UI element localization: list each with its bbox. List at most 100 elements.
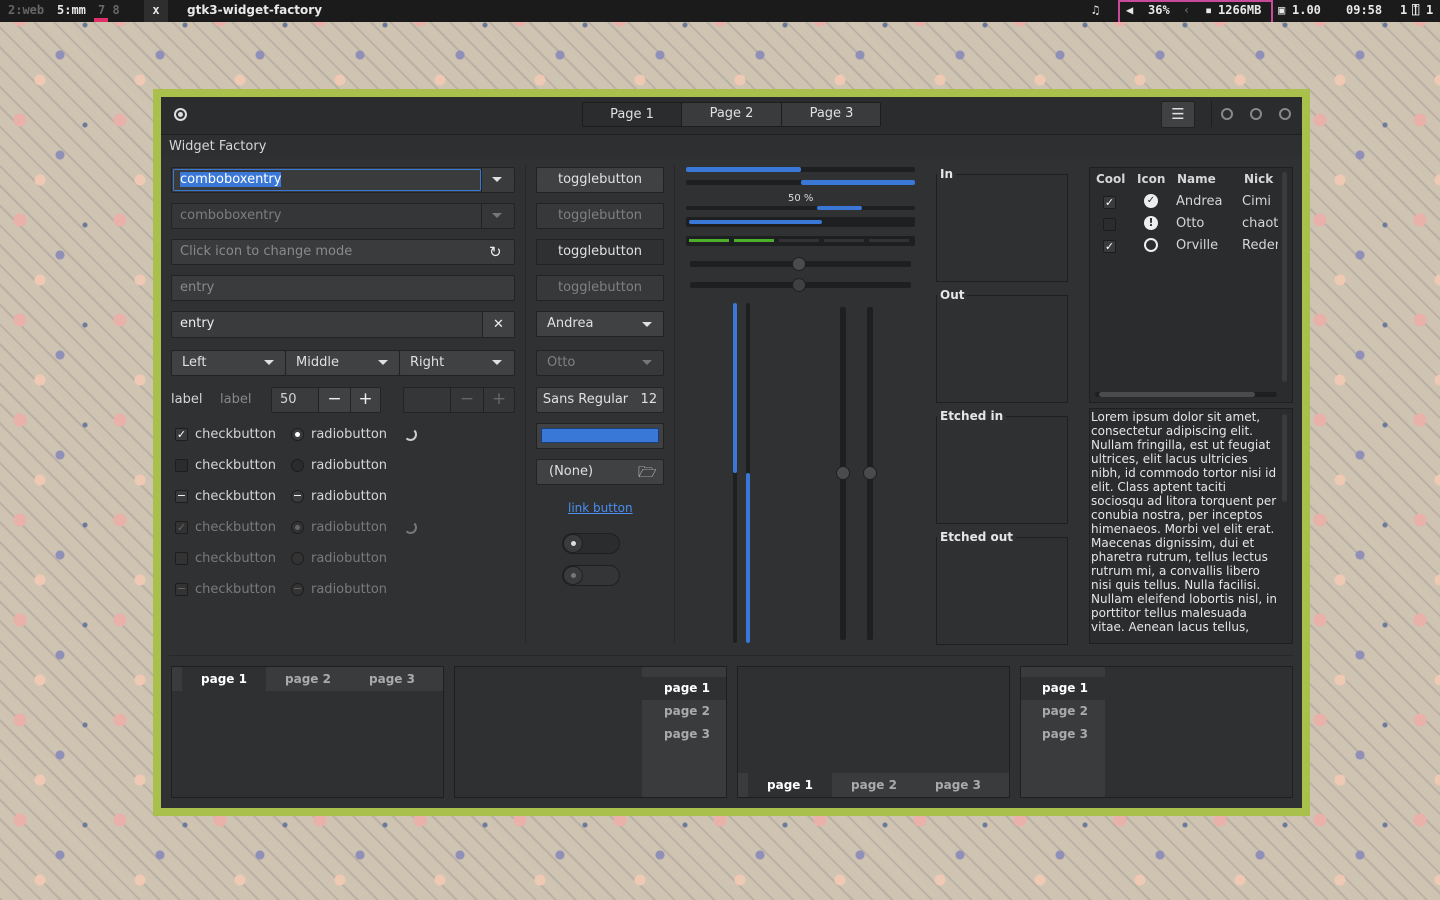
tree-row-name[interactable]: Andrea bbox=[1176, 194, 1222, 209]
tab-page-2[interactable]: Page 2 bbox=[682, 102, 782, 127]
combobox-otto-label: Otto bbox=[547, 355, 576, 370]
notebook-tab-page-2[interactable]: page 2 bbox=[642, 700, 726, 723]
notebook-tab-page-3[interactable]: page 3 bbox=[642, 723, 726, 746]
close-icon[interactable] bbox=[1279, 108, 1291, 120]
music-icon[interactable]: ♫ bbox=[1092, 3, 1099, 17]
column-separator bbox=[525, 165, 526, 643]
comboboxentry-text[interactable]: comboboxentry bbox=[180, 168, 282, 192]
column-separator bbox=[674, 165, 675, 643]
tab-page-3[interactable]: Page 3 bbox=[782, 102, 881, 127]
entry-placeholder: entry bbox=[180, 280, 215, 295]
workspace-more[interactable]: 7 8 bbox=[98, 3, 120, 17]
column-header-name[interactable]: Name bbox=[1177, 172, 1216, 186]
minus-icon: − bbox=[175, 582, 188, 596]
scrollbar-vertical[interactable] bbox=[1282, 414, 1287, 502]
progress-bar bbox=[686, 167, 915, 172]
scale-handle[interactable] bbox=[836, 466, 850, 480]
radio-icon[interactable] bbox=[291, 459, 304, 472]
scrollbar-horizontal[interactable] bbox=[1095, 392, 1277, 397]
column-header-cool[interactable]: Cool bbox=[1096, 172, 1125, 186]
text-view[interactable]: Lorem ipsum dolor sit amet, consectetur … bbox=[1089, 408, 1293, 644]
togglebutton[interactable]: togglebutton bbox=[536, 167, 664, 193]
tray-count-2[interactable]: 1 bbox=[1426, 3, 1433, 17]
circle-icon bbox=[1144, 238, 1158, 252]
minus-icon[interactable]: − bbox=[175, 490, 188, 503]
checkbox-unchecked[interactable] bbox=[175, 459, 188, 472]
notebook-tab-page-1[interactable]: page 1 bbox=[748, 773, 832, 797]
progress-bar-thick bbox=[686, 217, 915, 227]
togglebutton-disabled: togglebutton bbox=[536, 203, 664, 229]
scale-handle[interactable] bbox=[792, 257, 806, 271]
checkbutton-inconsistent[interactable]: checkbutton bbox=[195, 489, 276, 504]
tree-row-name[interactable]: Otto bbox=[1176, 216, 1204, 231]
combo-divider bbox=[481, 168, 482, 192]
record-icon[interactable] bbox=[174, 108, 187, 121]
scrollbar-vertical[interactable] bbox=[1282, 172, 1287, 382]
workspace-mm[interactable]: 5:mm bbox=[57, 3, 86, 17]
workspace-web[interactable]: 2:web bbox=[8, 3, 44, 17]
entry-value[interactable]: entry bbox=[180, 312, 214, 336]
progress-label: 50 % bbox=[788, 193, 814, 204]
radiobutton[interactable]: radiobutton bbox=[311, 458, 387, 473]
combobox-andrea-label: Andrea bbox=[547, 316, 594, 331]
column-header-icon[interactable]: Icon bbox=[1137, 172, 1165, 186]
entry-field[interactable] bbox=[171, 275, 515, 301]
chevron-down-icon[interactable] bbox=[492, 177, 502, 182]
switch-off[interactable] bbox=[562, 533, 620, 554]
checkbutton-disabled: checkbutton bbox=[195, 582, 276, 597]
notebook-tab-page-1[interactable]: page 1 bbox=[642, 677, 726, 700]
minus-icon[interactable]: − bbox=[291, 490, 304, 503]
radiobutton-selected[interactable]: radiobutton bbox=[311, 427, 387, 442]
togglebutton-active[interactable]: togglebutton bbox=[536, 239, 664, 265]
combo-divider bbox=[481, 204, 482, 228]
tree-row-name[interactable]: Orville bbox=[1176, 238, 1218, 253]
spinbutton-value[interactable]: 50 bbox=[280, 388, 297, 412]
notebook-tab-page-2[interactable]: page 2 bbox=[266, 667, 350, 691]
notebook-tab-page-3[interactable]: page 3 bbox=[916, 773, 1000, 797]
text-view-content[interactable]: Lorem ipsum dolor sit amet, consectetur … bbox=[1090, 409, 1292, 634]
notebook-tab-page-2[interactable]: page 2 bbox=[1021, 700, 1105, 723]
check-icon[interactable]: ✓ bbox=[1103, 240, 1116, 253]
radio-icon[interactable] bbox=[291, 428, 304, 441]
radiobutton-disabled: radiobutton bbox=[311, 582, 388, 597]
radio-icon bbox=[291, 552, 304, 565]
column-header-nick[interactable]: Nick bbox=[1244, 172, 1273, 186]
tab-page-1[interactable]: Page 1 bbox=[582, 102, 682, 127]
radiobutton-inconsistent[interactable]: radiobutton bbox=[311, 489, 387, 504]
notebook-tab-page-1[interactable]: page 1 bbox=[182, 667, 266, 691]
clear-icon[interactable]: ✕ bbox=[482, 312, 514, 337]
tree-row-nick[interactable]: Reder bbox=[1242, 238, 1278, 253]
tree-row-nick[interactable]: chaoti bbox=[1242, 216, 1278, 231]
notebook-tab-page-3[interactable]: page 3 bbox=[1021, 723, 1105, 746]
comboboxentry-disabled-text: comboboxentry bbox=[180, 208, 282, 223]
title-bar bbox=[161, 135, 1302, 157]
refresh-icon[interactable]: ↻ bbox=[489, 240, 502, 264]
frame-in bbox=[936, 174, 1068, 282]
notebook-tab-page-2[interactable]: page 2 bbox=[832, 773, 916, 797]
check-icon[interactable]: ✓ bbox=[1103, 196, 1116, 209]
segment-left-label: Left bbox=[182, 355, 207, 370]
minus-icon[interactable]: − bbox=[318, 388, 350, 412]
checkbutton-unchecked[interactable]: checkbutton bbox=[195, 458, 276, 473]
document-open-icon: 🗁 bbox=[638, 463, 657, 481]
plus-icon[interactable]: + bbox=[350, 388, 380, 412]
switch-disabled bbox=[562, 565, 620, 586]
link-button[interactable]: link button bbox=[568, 501, 633, 515]
minus-icon: − bbox=[450, 388, 483, 412]
notebook-tab-page-3[interactable]: page 3 bbox=[350, 667, 434, 691]
close-window-button[interactable]: x bbox=[144, 0, 168, 22]
minimize-icon[interactable] bbox=[1221, 108, 1233, 120]
checkbutton-checked[interactable]: checkbutton bbox=[195, 427, 276, 442]
tray-icon[interactable]: ⍐ bbox=[1412, 3, 1419, 17]
tray-count[interactable]: 1 bbox=[1400, 3, 1407, 17]
font-button[interactable]: Sans Regular 12 bbox=[536, 387, 664, 413]
hamburger-icon[interactable]: ☰ bbox=[1161, 101, 1195, 128]
check-icon[interactable]: ✓ bbox=[175, 428, 188, 441]
entry-with-clear[interactable] bbox=[171, 311, 515, 338]
checkbox-unchecked[interactable] bbox=[1103, 218, 1116, 231]
tree-row-nick[interactable]: Cimi bbox=[1242, 194, 1278, 209]
notebook-tab-page-1[interactable]: page 1 bbox=[1021, 677, 1105, 700]
maximize-icon[interactable] bbox=[1250, 108, 1262, 120]
frame-etched-out bbox=[936, 537, 1068, 645]
scale-handle[interactable] bbox=[863, 466, 877, 480]
